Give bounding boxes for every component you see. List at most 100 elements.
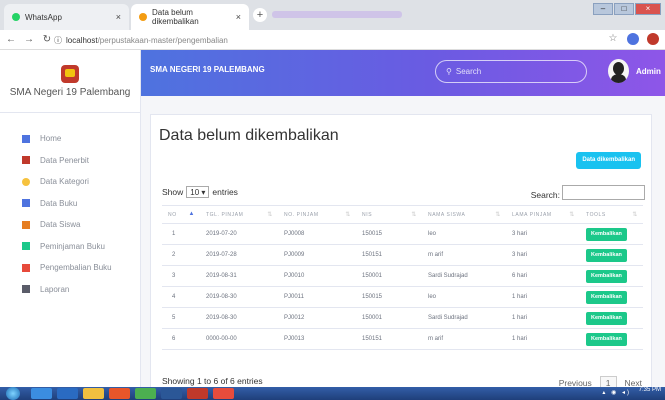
column-header-label: TOOLS [586, 211, 606, 218]
table-cell: leo [422, 223, 506, 245]
table-search-input[interactable] [562, 185, 645, 200]
profile-icon[interactable] [647, 33, 659, 45]
clock-time: 7:35 PM [638, 387, 661, 393]
table-cell: 150151 [356, 244, 422, 266]
table-cell: m arif [422, 328, 506, 350]
xampp-icon[interactable] [213, 388, 234, 399]
brand-text: SMA Negeri 19 Palembang [9, 86, 131, 98]
entries-label: entries [212, 187, 238, 197]
maximize-icon[interactable]: □ [614, 3, 634, 15]
column-header-no-pinjam[interactable]: NO. PINJAM ⇅ [278, 205, 356, 224]
star-icon[interactable]: ☆ [607, 33, 619, 45]
column-header-label: NIS [362, 211, 373, 218]
table-row: 5 2019-08-30 PJ0012 150001 Sardi Sudrajad 1 h… [162, 307, 643, 329]
sidebar-item-peminjaman-buku[interactable]: Peminjaman Buku [0, 236, 140, 258]
table-cell: 6 hari [506, 265, 580, 287]
table-cell: Kembalikan [580, 223, 643, 245]
table-cell: 150015 [356, 223, 422, 245]
tab-label: Data belum dikembalikan [152, 8, 199, 26]
table-cell: 1 hari [506, 328, 580, 350]
url-path: /perpustakaan-master/pengembalian [97, 35, 228, 45]
forward-icon[interactable]: → [22, 34, 36, 45]
reload-icon[interactable]: ↻ [40, 34, 54, 45]
entries-select[interactable]: 10 ▾ [186, 186, 210, 198]
user-icon [22, 220, 30, 229]
minimize-icon[interactable]: – [593, 3, 613, 15]
table-cell: Kembalikan [580, 265, 643, 287]
entries-control: Show 10 ▾ entries [162, 186, 238, 198]
column-header-label: LAMA PINJAM [512, 211, 552, 218]
school-logo-icon [61, 64, 79, 83]
list-icon [22, 199, 30, 208]
column-header-nama-siswa[interactable]: NAMA SISWA ⇅ [422, 205, 506, 224]
table-row: 1 2019-07-20 PJ0008 150015 leo 3 hari Kembalik… [162, 223, 643, 245]
folder-icon[interactable] [83, 388, 104, 399]
ie-icon[interactable] [31, 388, 52, 399]
close-tab-icon[interactable]: × [116, 12, 121, 22]
next-button[interactable]: Next [625, 378, 642, 388]
start-button[interactable] [6, 387, 20, 400]
search-input[interactable]: ⚲ Search [435, 60, 587, 83]
column-header-lama-pinjam[interactable]: LAMA PINJAM ⇅ [506, 205, 580, 224]
sidebar-item-data-kategori[interactable]: Data Kategori [0, 171, 140, 193]
table-cell: 3 hari [506, 244, 580, 266]
sidebar-item-label: Peminjaman Buku [40, 241, 105, 251]
word-icon[interactable] [161, 388, 182, 399]
data-dikembalikan-button[interactable]: Data dikembalikan [576, 152, 641, 169]
clock[interactable]: 7:35 PM [639, 387, 661, 393]
close-window-icon[interactable]: × [635, 3, 661, 15]
column-header-tgl-pinjam[interactable]: TGL. PINJAM ⇅ [200, 205, 278, 224]
sidebar-item-data-siswa[interactable]: Data Siswa [0, 214, 140, 236]
table-row: 4 2019-08-30 PJ0011 150015 leo 1 hari Kembalik… [162, 286, 643, 308]
column-header-no[interactable]: NO ▲ [162, 205, 200, 224]
system-tray[interactable]: ▴ ◉ ◂) [602, 389, 631, 396]
tab-data-belum-dikembalikan[interactable]: Data belum dikembalikan × [131, 4, 249, 30]
sidebar-item-data-penerbit[interactable]: Data Penerbit [0, 150, 140, 172]
media-icon[interactable] [57, 388, 78, 399]
kembalikan-button[interactable]: Kembalikan [586, 332, 627, 346]
sidebar-item-home[interactable]: Home [0, 128, 140, 150]
close-tab-icon[interactable]: × [236, 12, 241, 22]
firefox-icon[interactable] [109, 388, 130, 399]
sidebar-item-label: Data Penerbit [40, 155, 89, 165]
table-cell: 1 [162, 223, 200, 245]
sidebar-item-label: Data Siswa [40, 220, 81, 230]
new-tab-button[interactable]: + [253, 8, 267, 22]
sidebar-brand[interactable]: SMA Negeri 19 Palembang [0, 50, 140, 113]
report-icon [22, 285, 30, 294]
column-header-tools[interactable]: TOOLS ⇅ [580, 205, 643, 224]
user-name[interactable]: Admin [636, 67, 661, 76]
tab-whatsapp[interactable]: WhatsApp × [4, 4, 129, 30]
sort-icon: ⇅ [345, 212, 351, 218]
previous-button[interactable]: Previous [559, 378, 592, 388]
sidebar-item-data-buku[interactable]: Data Buku [0, 193, 140, 215]
kembalikan-button[interactable]: Kembalikan [586, 290, 627, 304]
browser-toolbar: ← → ↻ ⓘ localhost/perpustakaan-master/pe… [0, 30, 665, 50]
kembalikan-button[interactable]: Kembalikan [586, 248, 627, 262]
table-cell: 2 [162, 244, 200, 266]
chrome-icon[interactable] [135, 388, 156, 399]
chevron-down-icon: ▾ [201, 188, 206, 197]
extension-icon[interactable] [627, 33, 639, 45]
back-icon[interactable]: ← [4, 34, 18, 45]
app-icon[interactable] [187, 388, 208, 399]
avatar[interactable] [608, 59, 629, 83]
book-icon [22, 156, 30, 165]
sort-icon: ⇅ [495, 212, 501, 218]
table-cell: 4 [162, 286, 200, 308]
sidebar-item-laporan[interactable]: Laporan [0, 279, 140, 301]
table-row: 6 0000-00-00 PJ0013 150151 m arif 1 hari Kemba… [162, 328, 643, 350]
kembalikan-button[interactable]: Kembalikan [586, 269, 627, 283]
column-header-nis[interactable]: NIS ⇅ [356, 205, 422, 224]
site-title: SMA NEGERI 19 PALEMBANG [150, 65, 265, 74]
sidebar-item-pengembalian-buku[interactable]: Pengembalian Buku [0, 257, 140, 279]
table-cell: 1 hari [506, 286, 580, 308]
toolbar-right: ☆ [607, 33, 659, 45]
kembalikan-button[interactable]: Kembalikan [586, 311, 627, 325]
kembalikan-button[interactable]: Kembalikan [586, 227, 627, 241]
table-cell: Sardi Sudrajad [422, 265, 506, 287]
address-bar[interactable]: ⓘ localhost/perpustakaan-master/pengemba… [54, 33, 574, 47]
table-cell: 0000-00-00 [200, 328, 278, 350]
main-content: Data belum dikembalikan Data dikembalika… [141, 96, 665, 389]
sort-icon: ⇅ [569, 212, 575, 218]
